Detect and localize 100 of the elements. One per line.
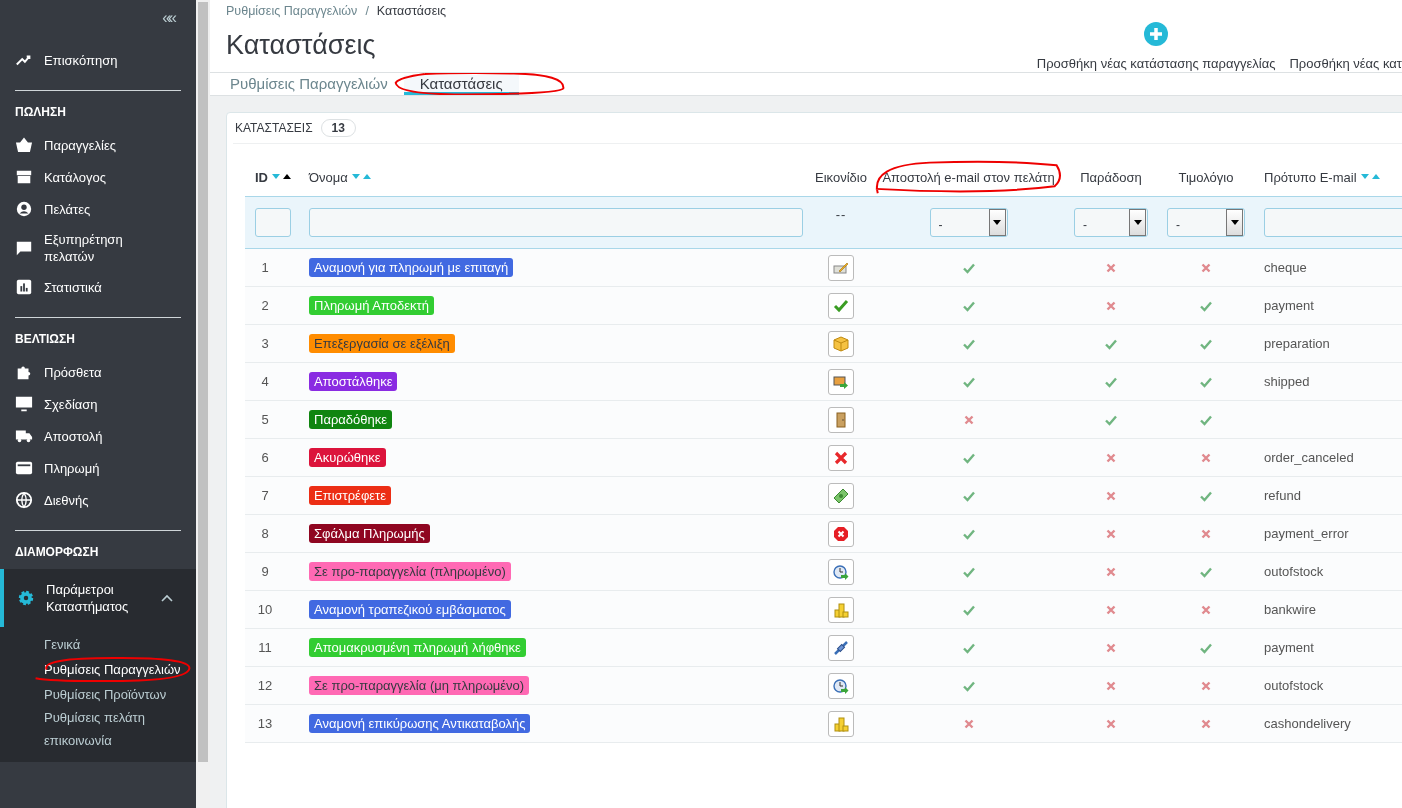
table-cell-text: 4 — [260, 374, 270, 389]
tab[interactable]: Ρυθμίσεις Παραγγελιών — [214, 75, 404, 95]
globe-icon — [15, 491, 33, 509]
column-header: Εικονίδιο — [815, 169, 867, 185]
sidebar-item[interactable]: Διεθνής — [0, 484, 196, 516]
collapse-button[interactable]: «« — [162, 8, 174, 28]
check-icon[interactable] — [962, 603, 975, 616]
caret-icon — [1230, 220, 1239, 225]
filter-field[interactable] — [255, 208, 291, 237]
sidebar-item[interactable]: Πρόσθετα — [0, 356, 196, 388]
cross-icon[interactable] — [1105, 603, 1117, 616]
cross-icon[interactable] — [1200, 451, 1212, 464]
check-icon[interactable] — [962, 679, 975, 692]
breadcrumb-link[interactable]: Ρυθμίσεις Παραγγελιών — [226, 4, 358, 18]
check-icon[interactable] — [1200, 375, 1212, 388]
cross-icon[interactable] — [1200, 717, 1212, 730]
sidebar-item[interactable]: Παραγγελίες — [0, 129, 196, 161]
cross-icon[interactable] — [1200, 603, 1212, 616]
sidebar-item[interactable]: Επισκόπηση — [0, 44, 196, 76]
cross-icon[interactable] — [1105, 717, 1117, 730]
cross-icon[interactable] — [1105, 261, 1117, 274]
filter-dropdown[interactable]: - — [1167, 208, 1245, 237]
error-icon — [833, 525, 849, 542]
sort-arrows-icon[interactable] — [271, 173, 293, 181]
table-cell: refund — [1264, 488, 1301, 503]
check-icon[interactable] — [962, 489, 975, 502]
filter-dropdown[interactable]: - — [929, 208, 1008, 237]
cross-icon[interactable] — [1105, 299, 1117, 312]
submenu-item[interactable]: Ρυθμίσεις Προϊόντων — [0, 683, 167, 706]
check-icon[interactable] — [1200, 299, 1212, 312]
submenu-item[interactable]: Ρυθμίσεις Παραγγελιών — [0, 656, 193, 683]
submenu-item[interactable]: Ρυθμίσεις πελάτη — [0, 706, 145, 729]
table-cell: payment_error — [1264, 526, 1349, 541]
filter-field[interactable] — [309, 208, 803, 237]
check-icon[interactable] — [1105, 375, 1117, 388]
add-status-button[interactable]: Προσθήκη νέας κατάστασης παραγγελίας — [1036, 22, 1276, 72]
status-label: Σφάλμα Πληρωμής — [309, 524, 430, 543]
sidebar-item[interactable]: Παράμετροι Καταστήματος — [0, 569, 196, 627]
status-label: Ακυρώθηκε — [309, 448, 386, 467]
cross-icon[interactable] — [1105, 527, 1117, 540]
status-label: Αναμονή επικύρωσης Αντικαταβολής — [309, 714, 531, 733]
filter-dropdown[interactable]: - — [1074, 208, 1148, 237]
table-cell-text: 8 — [260, 526, 270, 541]
check-icon[interactable] — [962, 451, 975, 464]
cross-icon[interactable] — [1105, 679, 1117, 692]
section-heading: ΔΙΑΜΟΡΦΩΣΗ — [14, 544, 100, 561]
cross-icon[interactable] — [1105, 489, 1117, 502]
check-icon[interactable] — [962, 299, 975, 312]
cross-icon[interactable] — [1105, 641, 1117, 654]
status-label: Σε προ-παραγγελία (μη πληρωμένο) — [309, 676, 530, 695]
sidebar-item[interactable]: Εξυπηρέτηση πελατών — [0, 225, 196, 271]
check-icon[interactable] — [1200, 489, 1212, 502]
add-status-button[interactable]: Προσθήκη νέας κατ — [1289, 22, 1402, 72]
check-icon[interactable] — [1200, 641, 1212, 654]
section-heading: ΒΕΛΤΙΩΣΗ — [14, 331, 76, 348]
check-icon[interactable] — [1200, 565, 1212, 578]
column-header: Πρότυπο E-mail — [1264, 169, 1357, 185]
cross-icon[interactable] — [1105, 565, 1117, 578]
check-icon[interactable] — [962, 641, 975, 654]
submenu-item[interactable]: Γενικά — [0, 633, 81, 656]
status-label: Επεξεργασία σε εξέλιξη — [309, 334, 455, 353]
chat-icon — [15, 239, 33, 257]
table-cell-text: 12 — [256, 678, 274, 693]
submenu-item[interactable]: επικοινωνία — [0, 729, 112, 752]
cross-icon[interactable] — [962, 413, 975, 426]
scrollbar[interactable] — [196, 0, 210, 808]
sidebar-item[interactable]: Σχεδίαση — [0, 388, 196, 420]
cross-icon[interactable] — [1200, 679, 1212, 692]
sidebar-item[interactable]: Αποστολή — [0, 420, 196, 452]
table-cell: cheque — [1264, 260, 1307, 275]
table-cell-text: 6 — [260, 450, 270, 465]
table-cell-text: 11 — [257, 640, 273, 655]
truck-icon — [833, 373, 849, 390]
check-icon[interactable] — [962, 375, 975, 388]
check-icon[interactable] — [962, 527, 975, 540]
caret-icon — [1133, 220, 1142, 225]
status-label: Πληρωμή Αποδεκτή — [309, 296, 434, 315]
column-header: Αποστολή e-mail στον πελάτη — [872, 159, 1065, 195]
check-icon[interactable] — [1105, 413, 1117, 426]
cross-icon[interactable] — [1200, 261, 1212, 274]
check-icon[interactable] — [962, 565, 975, 578]
check-icon[interactable] — [1105, 337, 1117, 350]
empty-filter-field: -- — [835, 206, 847, 223]
chart-icon — [15, 278, 33, 296]
cross-icon[interactable] — [1105, 451, 1117, 464]
check-icon[interactable] — [962, 337, 975, 350]
sidebar-item[interactable]: Πελάτες — [0, 193, 196, 225]
table-cell: payment — [1264, 298, 1314, 313]
door-icon — [833, 411, 849, 428]
cross-icon[interactable] — [1200, 527, 1212, 540]
column-header: Τιμολόγιο — [1178, 169, 1234, 185]
sidebar-item[interactable]: Κατάλογος — [0, 161, 196, 193]
cross-icon[interactable] — [962, 717, 975, 730]
sidebar-item[interactable]: Στατιστικά — [0, 271, 196, 303]
user-icon — [15, 200, 33, 218]
check-icon[interactable] — [962, 261, 975, 274]
status-label: Σε προ-παραγγελία (πληρωμένο) — [309, 562, 511, 581]
check-icon[interactable] — [1200, 337, 1212, 350]
sidebar-item[interactable]: Πληρωμή — [0, 452, 196, 484]
check-icon[interactable] — [1200, 413, 1212, 426]
